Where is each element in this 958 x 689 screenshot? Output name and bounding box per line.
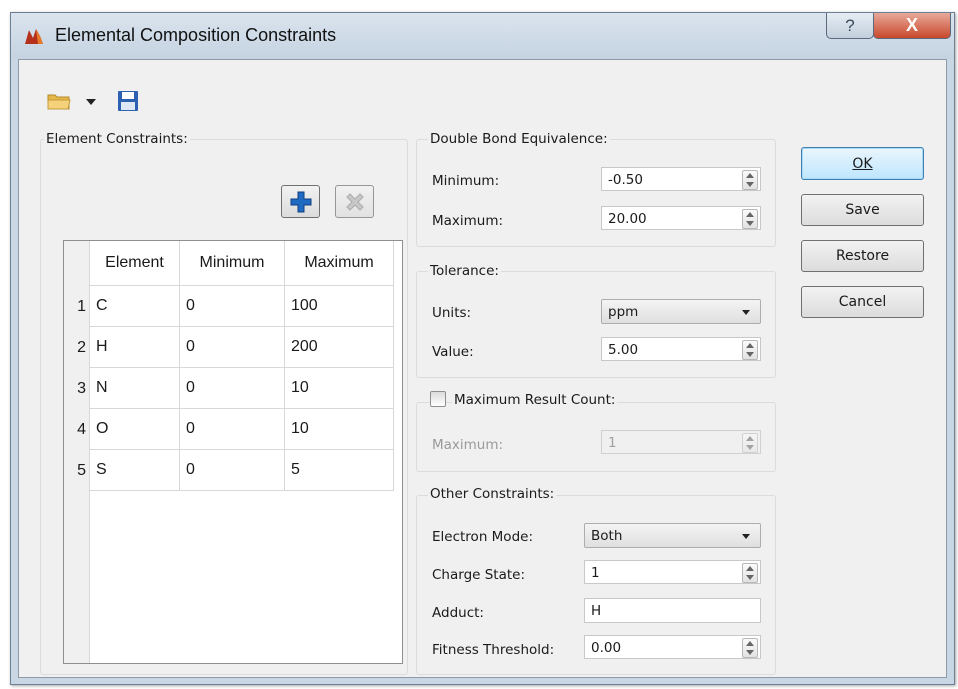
cancel-button[interactable]: Cancel bbox=[801, 286, 924, 318]
cell-element[interactable]: O bbox=[90, 409, 180, 450]
row-number: 1 bbox=[77, 297, 86, 315]
cell-minimum[interactable]: 0 bbox=[180, 286, 285, 327]
restore-label: Restore bbox=[835, 248, 890, 264]
spin-arrows-icon[interactable] bbox=[742, 433, 758, 453]
close-icon: X bbox=[905, 15, 918, 35]
save-button[interactable]: Save bbox=[801, 194, 924, 226]
dbe-max-value: 20.00 bbox=[608, 211, 647, 227]
cell-minimum[interactable]: 0 bbox=[180, 409, 285, 450]
units-dropdown[interactable]: ppm bbox=[601, 299, 761, 324]
charge-state-value: 1 bbox=[591, 565, 600, 581]
dbe-min-label: Minimum: bbox=[432, 173, 500, 189]
folder-open-icon[interactable] bbox=[47, 91, 71, 111]
cell-maximum[interactable]: 10 bbox=[285, 368, 394, 409]
electron-mode-value: Both bbox=[591, 528, 623, 544]
adduct-value: H bbox=[591, 603, 602, 619]
plus-icon bbox=[290, 191, 311, 212]
other-constraints-label: Other Constraints: bbox=[428, 486, 557, 502]
cell-minimum[interactable]: 0 bbox=[180, 450, 285, 491]
chevron-down-icon bbox=[742, 310, 750, 315]
cell-element[interactable]: S bbox=[90, 450, 180, 491]
spin-arrows-icon[interactable] bbox=[742, 209, 758, 229]
cell-minimum[interactable]: 0 bbox=[180, 327, 285, 368]
tolerance-value-label: Value: bbox=[432, 344, 474, 360]
spin-arrows-icon[interactable] bbox=[742, 638, 758, 658]
help-button[interactable]: ? bbox=[826, 13, 874, 39]
cell-maximum[interactable]: 5 bbox=[285, 450, 394, 491]
element-constraints-table[interactable]: Element Minimum Maximum 1 C 0 100 2 H 0 … bbox=[63, 240, 403, 664]
spin-arrows-icon[interactable] bbox=[742, 563, 758, 583]
help-label: ? bbox=[845, 15, 855, 35]
max-result-checkbox[interactable] bbox=[430, 391, 446, 407]
restore-button[interactable]: Restore bbox=[801, 240, 924, 272]
dbe-min-value: -0.50 bbox=[608, 172, 643, 188]
cell-element[interactable]: C bbox=[90, 286, 180, 327]
max-result-label[interactable]: Maximum Result Count: bbox=[452, 392, 618, 408]
column-header-element[interactable]: Element bbox=[90, 241, 180, 286]
tolerance-value-spinbox[interactable]: 5.00 bbox=[601, 337, 761, 361]
close-button[interactable]: X bbox=[873, 13, 951, 39]
title-bar: Elemental Composition Constraints ? X bbox=[11, 13, 954, 59]
remove-element-button[interactable] bbox=[335, 185, 374, 218]
row-number: 5 bbox=[77, 461, 86, 479]
adduct-input[interactable]: H bbox=[584, 598, 761, 623]
units-label: Units: bbox=[432, 305, 472, 321]
dialog-window: Elemental Composition Constraints ? X El… bbox=[10, 12, 955, 685]
fitness-threshold-label: Fitness Threshold: bbox=[432, 642, 555, 658]
column-header-maximum[interactable]: Maximum bbox=[285, 241, 394, 286]
units-value: ppm bbox=[608, 304, 639, 320]
cancel-label: Cancel bbox=[838, 294, 887, 310]
row-number: 3 bbox=[77, 379, 86, 397]
x-icon bbox=[345, 192, 364, 211]
cell-maximum[interactable]: 10 bbox=[285, 409, 394, 450]
spin-arrows-icon[interactable] bbox=[742, 170, 758, 190]
tolerance-group bbox=[416, 271, 776, 378]
row-number: 4 bbox=[77, 420, 86, 438]
cell-element[interactable]: H bbox=[90, 327, 180, 368]
dbe-min-spinbox[interactable]: -0.50 bbox=[601, 167, 761, 191]
element-constraints-label: Element Constraints: bbox=[44, 131, 190, 147]
cell-minimum[interactable]: 0 bbox=[180, 368, 285, 409]
row-number: 2 bbox=[77, 338, 86, 356]
cell-element[interactable]: N bbox=[90, 368, 180, 409]
chevron-down-icon[interactable] bbox=[85, 98, 97, 106]
tolerance-label: Tolerance: bbox=[428, 263, 501, 279]
tolerance-value: 5.00 bbox=[608, 342, 639, 358]
dbe-max-spinbox[interactable]: 20.00 bbox=[601, 206, 761, 230]
chevron-down-icon bbox=[742, 534, 750, 539]
cell-maximum[interactable]: 200 bbox=[285, 327, 394, 368]
window-title: Elemental Composition Constraints bbox=[55, 25, 337, 45]
column-header-minimum[interactable]: Minimum bbox=[180, 241, 285, 286]
max-result-value: 1 bbox=[608, 435, 617, 451]
electron-mode-label: Electron Mode: bbox=[432, 529, 533, 545]
adduct-label: Adduct: bbox=[432, 605, 484, 621]
charge-state-label: Charge State: bbox=[432, 567, 526, 583]
dialog-client-area: Element Constraints: Element Minimum Max… bbox=[18, 59, 947, 678]
dbe-max-label: Maximum: bbox=[432, 213, 504, 229]
dbe-group bbox=[416, 139, 776, 247]
max-result-spinbox[interactable]: 1 bbox=[601, 430, 761, 454]
cell-maximum[interactable]: 100 bbox=[285, 286, 394, 327]
dbe-label: Double Bond Equivalence: bbox=[428, 131, 610, 147]
ok-button[interactable]: OK bbox=[801, 147, 924, 180]
fitness-threshold-spinbox[interactable]: 0.00 bbox=[584, 635, 761, 659]
app-logo-icon bbox=[25, 29, 43, 44]
electron-mode-dropdown[interactable]: Both bbox=[584, 523, 761, 548]
floppy-disk-icon[interactable] bbox=[117, 90, 139, 112]
max-result-max-label: Maximum: bbox=[432, 437, 504, 453]
fitness-threshold-value: 0.00 bbox=[591, 640, 622, 656]
spin-arrows-icon[interactable] bbox=[742, 340, 758, 360]
charge-state-spinbox[interactable]: 1 bbox=[584, 560, 761, 584]
add-element-button[interactable] bbox=[281, 185, 320, 218]
save-label: Save bbox=[845, 202, 880, 218]
ok-label: OK bbox=[852, 155, 873, 172]
